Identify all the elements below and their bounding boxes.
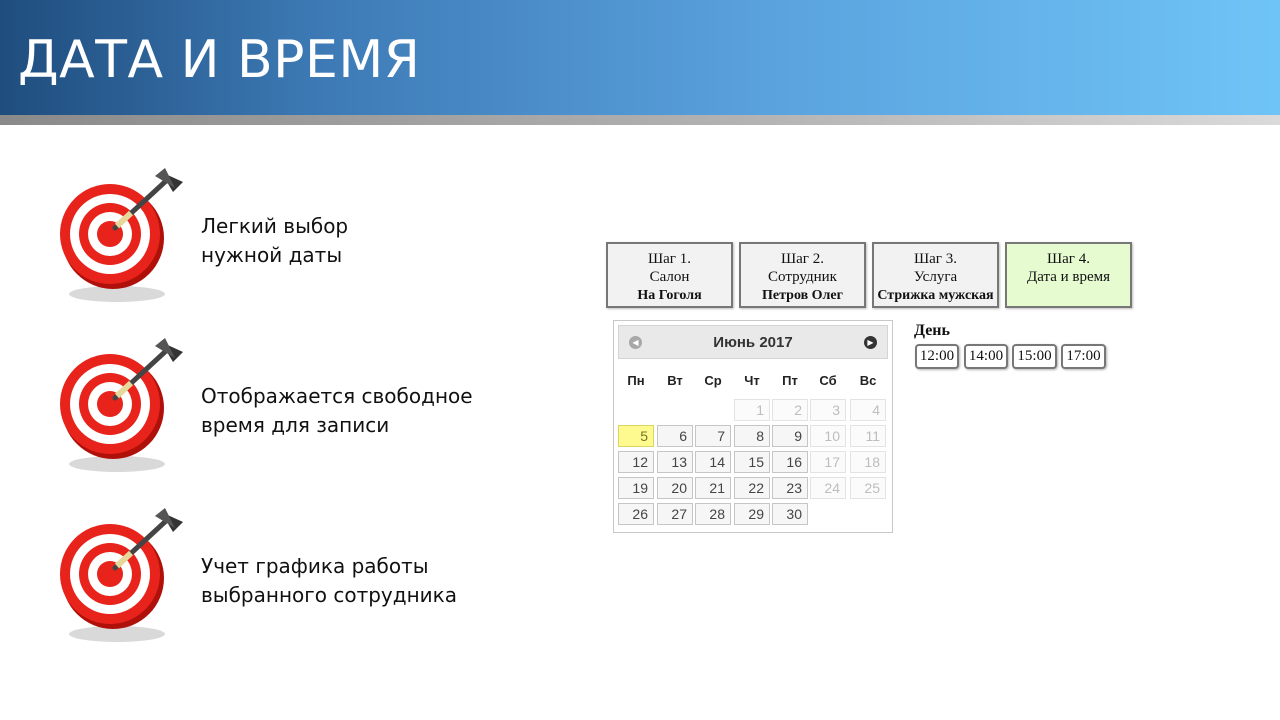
feature-item: Легкий выбор нужной даты bbox=[55, 168, 555, 308]
calendar-day[interactable]: 19 bbox=[618, 477, 654, 499]
page-title: ДАТА И ВРЕМЯ bbox=[18, 30, 421, 90]
feature-text-line: выбранного сотрудника bbox=[201, 583, 458, 607]
calendar-day[interactable]: 10 bbox=[810, 425, 846, 447]
calendar-day[interactable]: 9 bbox=[772, 425, 808, 447]
dart-target-icon bbox=[60, 168, 183, 302]
step-label: Дата и время bbox=[1026, 269, 1111, 285]
step-datetime[interactable]: Шаг 4. Дата и время bbox=[1005, 242, 1132, 308]
calendar-day[interactable]: 29 bbox=[734, 503, 770, 525]
calendar-day[interactable]: 24 bbox=[810, 477, 846, 499]
feature-text-line: нужной даты bbox=[201, 243, 343, 267]
calendar-day[interactable]: 26 bbox=[618, 503, 654, 525]
feature-text-line: время для записи bbox=[201, 413, 390, 437]
calendar-day[interactable]: 4 bbox=[850, 399, 886, 421]
calendar-day[interactable]: 8 bbox=[734, 425, 770, 447]
dart-target-icon bbox=[60, 508, 183, 642]
month-title: Июнь 2017 bbox=[713, 334, 793, 351]
time-slot[interactable]: 15:00 bbox=[1012, 344, 1057, 369]
step-service[interactable]: Шаг 3. Услуга Стрижка мужская bbox=[872, 242, 999, 308]
time-slot[interactable]: 12:00 bbox=[915, 344, 959, 369]
calendar-day[interactable]: 28 bbox=[695, 503, 731, 525]
calendar-day[interactable]: 5 bbox=[618, 425, 654, 447]
weekday-header: Чт bbox=[744, 373, 760, 388]
time-slot[interactable]: 14:00 bbox=[964, 344, 1008, 369]
step-title: Шаг 3. bbox=[914, 251, 957, 267]
calendar-day[interactable]: 27 bbox=[657, 503, 693, 525]
calendar-day[interactable]: 22 bbox=[734, 477, 770, 499]
weekday-header: Вт bbox=[667, 373, 683, 388]
calendar-day[interactable]: 20 bbox=[657, 477, 693, 499]
calendar-day[interactable]: 21 bbox=[695, 477, 731, 499]
time-slot[interactable]: 17:00 bbox=[1061, 344, 1106, 369]
header-banner: ДАТА И ВРЕМЯ bbox=[0, 0, 1280, 115]
weekday-header: Вс bbox=[859, 373, 877, 388]
step-value: Петров Олег bbox=[762, 288, 843, 303]
calendar-day[interactable]: 6 bbox=[657, 425, 693, 447]
calendar-day[interactable]: 14 bbox=[695, 451, 731, 473]
calendar-day[interactable]: 13 bbox=[657, 451, 693, 473]
calendar-day[interactable]: 3 bbox=[810, 399, 846, 421]
calendar-day[interactable]: 12 bbox=[618, 451, 654, 473]
step-label: Салон bbox=[649, 269, 690, 285]
step-salon[interactable]: Шаг 1. Салон На Гоголя bbox=[606, 242, 733, 308]
calendar-day[interactable]: 1 bbox=[734, 399, 770, 421]
calendar-day[interactable]: 25 bbox=[850, 477, 886, 499]
weekday-header: Пн bbox=[627, 373, 645, 388]
step-title: Шаг 4. bbox=[1047, 251, 1090, 267]
step-value: На Гоголя bbox=[637, 288, 702, 303]
weekday-header: Сб bbox=[819, 373, 837, 388]
step-title: Шаг 2. bbox=[781, 251, 824, 267]
calendar-day[interactable]: 11 bbox=[850, 425, 886, 447]
feature-text-line: Легкий выбор bbox=[201, 214, 349, 238]
weekday-header: Пт bbox=[782, 373, 798, 388]
dart-target-icon bbox=[60, 338, 183, 472]
calendar-day[interactable]: 23 bbox=[772, 477, 808, 499]
step-employee[interactable]: Шаг 2. Сотрудник Петров Олег bbox=[739, 242, 866, 308]
header-divider bbox=[0, 115, 1280, 125]
datepicker: ◀ Июнь 2017 ▶ Пн Вт Ср Чт Пт Сб Вс 1 2 3 4 5 6 7 8 9 10 1… bbox=[613, 320, 893, 533]
calendar-day[interactable]: 17 bbox=[810, 451, 846, 473]
step-title: Шаг 1. bbox=[648, 251, 691, 267]
calendar-day[interactable]: 30 bbox=[772, 503, 808, 525]
feature-text-line: Отображается свободное bbox=[201, 384, 473, 408]
calendar-day[interactable]: 15 bbox=[734, 451, 770, 473]
step-label: Сотрудник bbox=[768, 269, 837, 285]
feature-item: Учет графика работы выбранного сотрудник… bbox=[55, 508, 555, 648]
feature-item: Отображается свободное время для записи bbox=[55, 338, 555, 478]
calendar-day[interactable]: 18 bbox=[850, 451, 886, 473]
calendar-day[interactable]: 7 bbox=[695, 425, 731, 447]
next-month-icon[interactable]: ▶ bbox=[864, 336, 877, 349]
datepicker-header: ◀ Июнь 2017 ▶ bbox=[618, 325, 888, 359]
time-section-label: День bbox=[914, 322, 950, 339]
step-value: Стрижка мужская bbox=[877, 288, 994, 303]
step-label: Услуга bbox=[913, 269, 958, 285]
calendar-day[interactable]: 16 bbox=[772, 451, 808, 473]
weekday-header: Ср bbox=[704, 373, 722, 388]
calendar-day[interactable]: 2 bbox=[772, 399, 808, 421]
feature-text-line: Учет графика работы bbox=[201, 554, 429, 578]
